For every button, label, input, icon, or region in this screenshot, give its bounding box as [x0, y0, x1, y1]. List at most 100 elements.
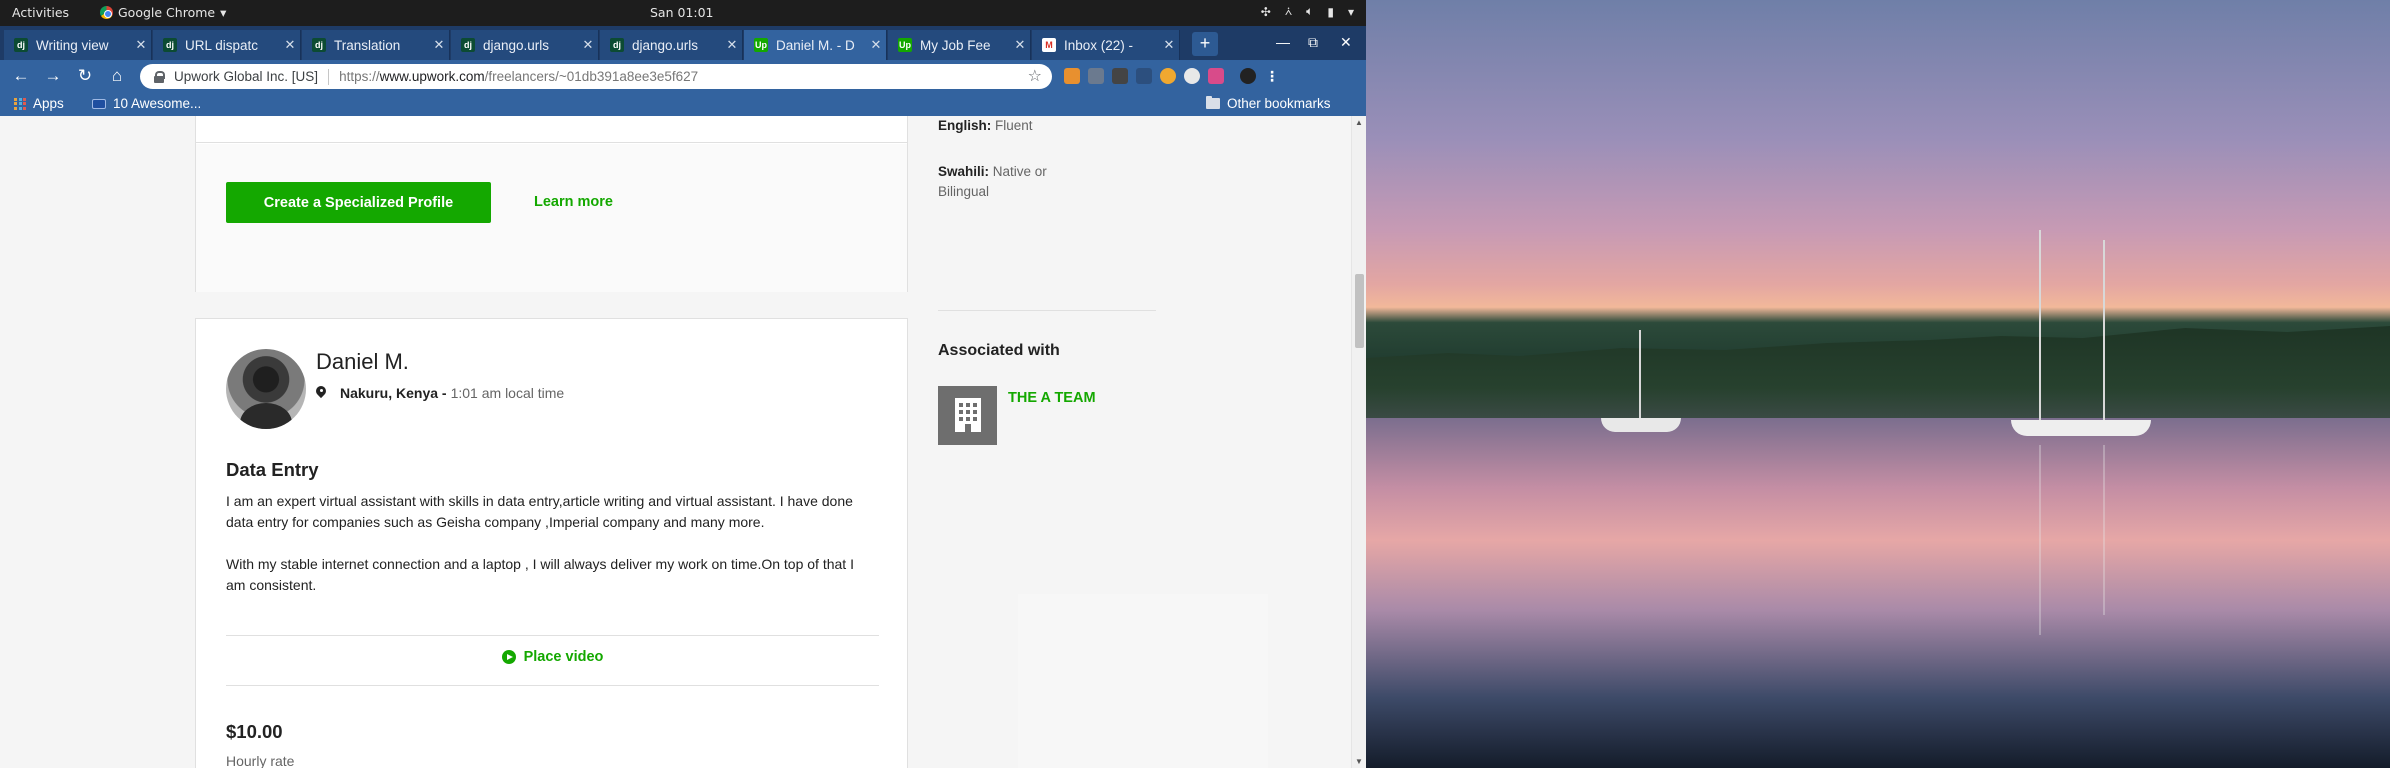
tab-title: Inbox (22) -	[1064, 37, 1134, 53]
close-icon[interactable]: ✕	[722, 37, 742, 53]
place-video-button[interactable]: Place video	[196, 649, 909, 665]
back-icon[interactable]: ←	[10, 66, 32, 86]
url-scheme: https://	[339, 69, 380, 84]
bookmark-label: 10 Awesome...	[113, 96, 202, 111]
profile-headline: Data Entry	[226, 459, 319, 480]
tab-django-urls-2[interactable]: dj django.urls ✕	[600, 30, 743, 60]
django-icon: dj	[14, 38, 28, 52]
scroll-down-arrow-icon[interactable]: ▼	[1355, 757, 1363, 766]
agency-building-icon[interactable]	[938, 386, 997, 445]
extension-icon[interactable]	[1208, 68, 1224, 84]
avatar[interactable]	[226, 349, 306, 429]
divider	[226, 635, 879, 636]
hourly-rate-label: Hourly rate	[226, 753, 295, 768]
tab-strip: dj Writing view ✕ dj URL dispatc ✕ dj Tr…	[0, 26, 1366, 60]
clock[interactable]: San 01:01	[650, 5, 714, 20]
chevron-down-icon[interactable]: ▾	[1348, 5, 1354, 19]
home-icon[interactable]: ⌂	[106, 66, 128, 86]
bookmark-star-icon[interactable]: ☆	[1028, 66, 1042, 86]
page-scrollbar[interactable]: ▲ ▼	[1351, 116, 1366, 768]
system-tray[interactable]: ✣ ⩑ 🔈︎ ▮ ▾	[1261, 4, 1354, 19]
extension-icon[interactable]	[1112, 68, 1128, 84]
gmail-icon: M	[1042, 38, 1056, 52]
agency-link[interactable]: THE A TEAM	[1008, 390, 1096, 406]
django-icon: dj	[163, 38, 177, 52]
close-icon[interactable]: ✕	[131, 37, 151, 53]
wallpaper-treeline	[1366, 326, 2390, 418]
battery-icon[interactable]: ▮	[1327, 5, 1334, 19]
folder-icon	[1206, 96, 1220, 109]
bookmark-label: Apps	[33, 96, 64, 111]
tab-translation[interactable]: dj Translation ✕	[302, 30, 450, 60]
volume-icon[interactable]: 🔈︎	[1306, 4, 1313, 19]
tab-url-dispatcher[interactable]: dj URL dispatc ✕	[153, 30, 301, 60]
restore-icon[interactable]: ⧉	[1308, 34, 1318, 51]
new-tab-button[interactable]: +	[1192, 32, 1218, 56]
divider	[938, 310, 1156, 311]
create-specialized-profile-button[interactable]: Create a Specialized Profile	[226, 182, 491, 223]
close-icon[interactable]: ✕	[1010, 37, 1030, 53]
local-time: 1:01 am local time	[450, 385, 565, 401]
profile-avatar-icon[interactable]	[1240, 68, 1256, 84]
reload-icon[interactable]: ↻	[74, 66, 96, 86]
site-identity[interactable]: Upwork Global Inc. [US]	[174, 69, 318, 84]
scrollbar-thumb[interactable]	[1355, 274, 1364, 348]
language-name: English:	[938, 118, 992, 133]
extension-icon[interactable]	[1184, 68, 1200, 84]
tab-inbox[interactable]: M Inbox (22) - ✕	[1032, 30, 1180, 60]
learn-more-link[interactable]: Learn more	[534, 194, 613, 210]
slack-icon[interactable]: ✣	[1261, 5, 1271, 19]
extensions-area: ⋮	[1064, 68, 1280, 84]
lock-icon[interactable]	[154, 71, 165, 83]
card-cta-area: Create a Specialized Profile Learn more	[196, 144, 907, 292]
tab-my-job-feed[interactable]: Up My Job Fee ✕	[888, 30, 1031, 60]
app-menu[interactable]: Google Chrome ▾	[100, 5, 226, 20]
specialized-profile-card: Create a Specialized Profile Learn more	[195, 116, 908, 292]
language-name: Swahili:	[938, 164, 990, 179]
bookmark-label: Other bookmarks	[1227, 96, 1331, 111]
scroll-up-arrow-icon[interactable]: ▲	[1355, 118, 1363, 127]
close-icon[interactable]: ✕	[429, 37, 449, 53]
menu-icon[interactable]: ⋮	[1264, 68, 1280, 84]
bookmark-item[interactable]: 10 Awesome...	[92, 96, 201, 111]
forward-icon[interactable]: →	[42, 66, 64, 86]
close-icon[interactable]: ✕	[1159, 37, 1179, 53]
wallpaper-mast	[2103, 240, 2105, 420]
profile-card: Daniel M. Nakuru, Kenya - 1:01 am local …	[195, 318, 908, 768]
django-icon: dj	[312, 38, 326, 52]
empty-region	[1018, 594, 1268, 768]
location-line: Nakuru, Kenya - 1:01 am local time	[316, 385, 564, 401]
activities-button[interactable]: Activities	[12, 5, 69, 20]
address-bar[interactable]: Upwork Global Inc. [US] https://www.upwo…	[140, 64, 1052, 89]
close-window-icon[interactable]: ✕	[1340, 34, 1352, 51]
extension-icon[interactable]	[1088, 68, 1104, 84]
wallpaper-mast	[1639, 330, 1641, 420]
hourly-rate-value: $10.00	[226, 721, 283, 742]
django-icon: dj	[461, 38, 475, 52]
description-paragraph: With my stable internet connection and a…	[226, 556, 854, 593]
language-english: English: Fluent	[938, 118, 1033, 133]
tab-django-urls[interactable]: dj django.urls ✕	[451, 30, 599, 60]
close-icon[interactable]: ✕	[866, 37, 886, 53]
extension-icon[interactable]	[1136, 68, 1152, 84]
extension-icon[interactable]	[1064, 68, 1080, 84]
wallpaper-water	[1366, 418, 2390, 768]
tab-daniel-m[interactable]: Up Daniel M. - D ✕	[744, 30, 887, 60]
bookmark-other[interactable]: Other bookmarks	[1206, 96, 1331, 111]
system-top-bar: Activities Google Chrome ▾ San 01:01 ✣ ⩑…	[0, 0, 1366, 26]
tab-title: django.urls	[632, 37, 699, 53]
close-icon[interactable]: ✕	[578, 37, 598, 53]
wallpaper-sailboat-small	[1601, 418, 1681, 432]
minimize-icon[interactable]: —	[1276, 34, 1290, 50]
location-city: Nakuru, Kenya -	[340, 385, 447, 401]
extension-icon[interactable]	[1160, 68, 1176, 84]
chrome-icon	[100, 6, 113, 19]
django-icon: dj	[610, 38, 624, 52]
language-level: Fluent	[995, 118, 1033, 133]
wifi-icon[interactable]: ⩑	[1285, 4, 1292, 19]
wallpaper-sailboat	[2011, 400, 2151, 440]
close-icon[interactable]: ✕	[280, 37, 300, 53]
tab-writing-view[interactable]: dj Writing view ✕	[4, 30, 152, 60]
bookmark-apps[interactable]: Apps	[14, 96, 64, 111]
description-paragraph: I am an expert virtual assistant with sk…	[226, 493, 853, 530]
